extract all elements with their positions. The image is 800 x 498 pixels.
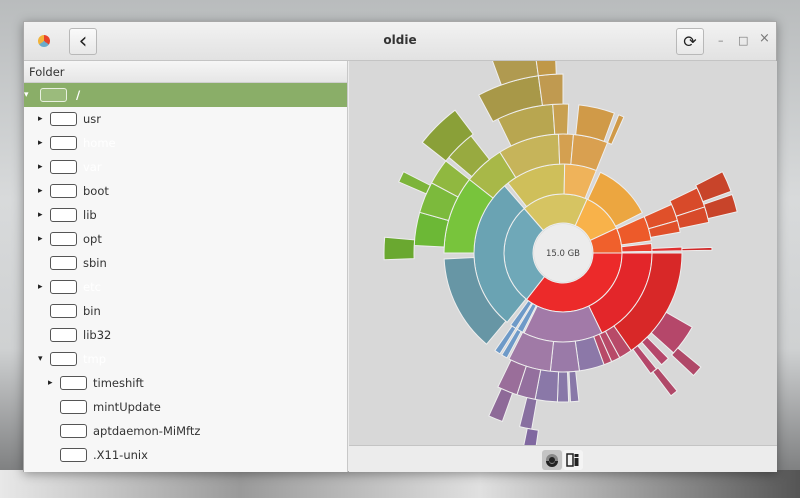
tree-row[interactable]: ▸ opt — [24, 227, 347, 251]
folder-name: sbin — [83, 256, 107, 270]
ring-segment[interactable] — [537, 73, 564, 106]
folder-name: lib32 — [83, 328, 112, 342]
expand-arrow-icon[interactable]: ▸ — [48, 378, 53, 388]
folder-icon — [60, 424, 87, 438]
rings-chart-icon — [546, 454, 558, 467]
folder-name: etc — [83, 280, 101, 294]
folder-name: mintUpdate — [93, 400, 161, 414]
expand-arrow-icon[interactable]: ▸ — [38, 138, 43, 148]
tree-row[interactable]: lib32 — [24, 323, 347, 347]
rings-chart[interactable]: 15.0 GB — [349, 43, 777, 461]
ring-segment[interactable] — [552, 103, 570, 135]
tree-row[interactable]: ▸ lib — [24, 203, 347, 227]
tree-row[interactable]: bin — [24, 299, 347, 323]
folder-icon — [60, 400, 87, 414]
close-button[interactable]: × — [759, 31, 770, 46]
ring-segment[interactable] — [681, 246, 713, 252]
ring-segment[interactable] — [568, 370, 580, 403]
folder-name: lib — [83, 208, 97, 222]
window-title: oldie — [383, 33, 417, 47]
tree-row[interactable]: ▾ / — [24, 83, 347, 107]
collapse-arrow-icon[interactable]: ▾ — [24, 90, 29, 100]
folder-icon — [50, 304, 77, 318]
ring-segment[interactable] — [652, 367, 678, 397]
expand-arrow-icon[interactable]: ▸ — [38, 114, 43, 124]
folder-icon — [50, 184, 77, 198]
tree-row[interactable]: ▸ usr — [24, 107, 347, 131]
tree-row[interactable]: ▸ timeshift — [24, 371, 347, 395]
tree-row[interactable]: .X11-unix — [24, 443, 347, 467]
folder-icon — [50, 352, 77, 366]
app-window: ‹ oldie ⟳ – □ × Folder ▾ / ▸ usr ▸ home ▸ var ▸ b… — [23, 21, 777, 472]
folder-icon — [50, 160, 77, 174]
ring-segment[interactable] — [556, 371, 570, 403]
folder-icon — [50, 256, 77, 270]
folder-name: boot — [83, 184, 109, 198]
collapse-arrow-icon[interactable]: ▾ — [38, 354, 43, 364]
treemap-view-button[interactable] — [563, 450, 583, 470]
ring-segment[interactable] — [518, 396, 538, 430]
folder-icon — [60, 448, 87, 462]
folder-icon — [60, 376, 87, 390]
chart-area: 15.0 GB — [349, 43, 777, 461]
folder-icon — [50, 136, 77, 150]
tree-row[interactable]: mintUpdate — [24, 395, 347, 419]
total-size-label: 15.0 GB — [546, 249, 580, 259]
tree-row[interactable]: aptdaemon-MiMftz — [24, 419, 347, 443]
expand-arrow-icon[interactable]: ▸ — [38, 186, 43, 196]
ring-segment[interactable] — [651, 246, 683, 252]
folder-icon — [40, 88, 67, 102]
folder-name: .X11-unix — [93, 448, 148, 462]
folder-name: aptdaemon-MiMftz — [93, 424, 201, 438]
ring-segment[interactable] — [621, 242, 653, 253]
folder-name: var — [83, 160, 102, 174]
folder-name: / — [76, 88, 81, 102]
folder-column-header[interactable]: Folder — [24, 61, 347, 83]
expand-arrow-icon[interactable]: ▸ — [38, 282, 43, 292]
ring-segment[interactable] — [549, 340, 580, 373]
folder-icon — [50, 328, 77, 342]
refresh-button[interactable]: ⟳ — [676, 28, 704, 55]
desktop-background — [0, 470, 800, 498]
folder-name: tmp — [83, 352, 107, 366]
title-bar: ‹ oldie ⟳ – □ × — [24, 22, 776, 61]
ring-segment[interactable] — [383, 236, 416, 261]
folder-name: timeshift — [93, 376, 144, 390]
folder-name: home — [83, 136, 116, 150]
folder-icon — [50, 232, 77, 246]
folder-icon — [50, 208, 77, 222]
expand-arrow-icon[interactable]: ▸ — [38, 234, 43, 244]
ring-segment[interactable] — [398, 171, 431, 195]
folder-name: usr — [83, 112, 102, 126]
tree-row[interactable]: ▸ home — [24, 131, 347, 155]
expand-arrow-icon[interactable]: ▸ — [38, 162, 43, 172]
folder-name: opt — [83, 232, 102, 246]
folder-tree: Folder ▾ / ▸ usr ▸ home ▸ var ▸ boot ▸ lib ▸ opt sbin ▸… — [24, 61, 348, 472]
treemap-icon — [566, 453, 579, 467]
ring-segment[interactable] — [520, 427, 539, 461]
ring-segment[interactable] — [670, 347, 702, 377]
tree-row[interactable]: ▾ tmp — [24, 347, 347, 371]
ring-segment[interactable] — [575, 104, 615, 142]
folder-icon — [50, 112, 77, 126]
minimize-button[interactable]: – — [718, 34, 724, 47]
expand-arrow-icon[interactable]: ▸ — [38, 210, 43, 220]
tree-row[interactable]: ▸ var — [24, 155, 347, 179]
ring-segment[interactable] — [488, 387, 514, 423]
folder-name: bin — [83, 304, 101, 318]
tree-row[interactable]: sbin — [24, 251, 347, 275]
refresh-icon: ⟳ — [683, 32, 697, 51]
tree-row[interactable]: ▸ boot — [24, 179, 347, 203]
folder-icon — [50, 280, 77, 294]
tree-row[interactable]: ▸ etc — [24, 275, 347, 299]
maximize-button[interactable]: □ — [738, 34, 748, 47]
view-toolbar — [349, 445, 777, 472]
rings-view-button[interactable] — [542, 450, 562, 470]
